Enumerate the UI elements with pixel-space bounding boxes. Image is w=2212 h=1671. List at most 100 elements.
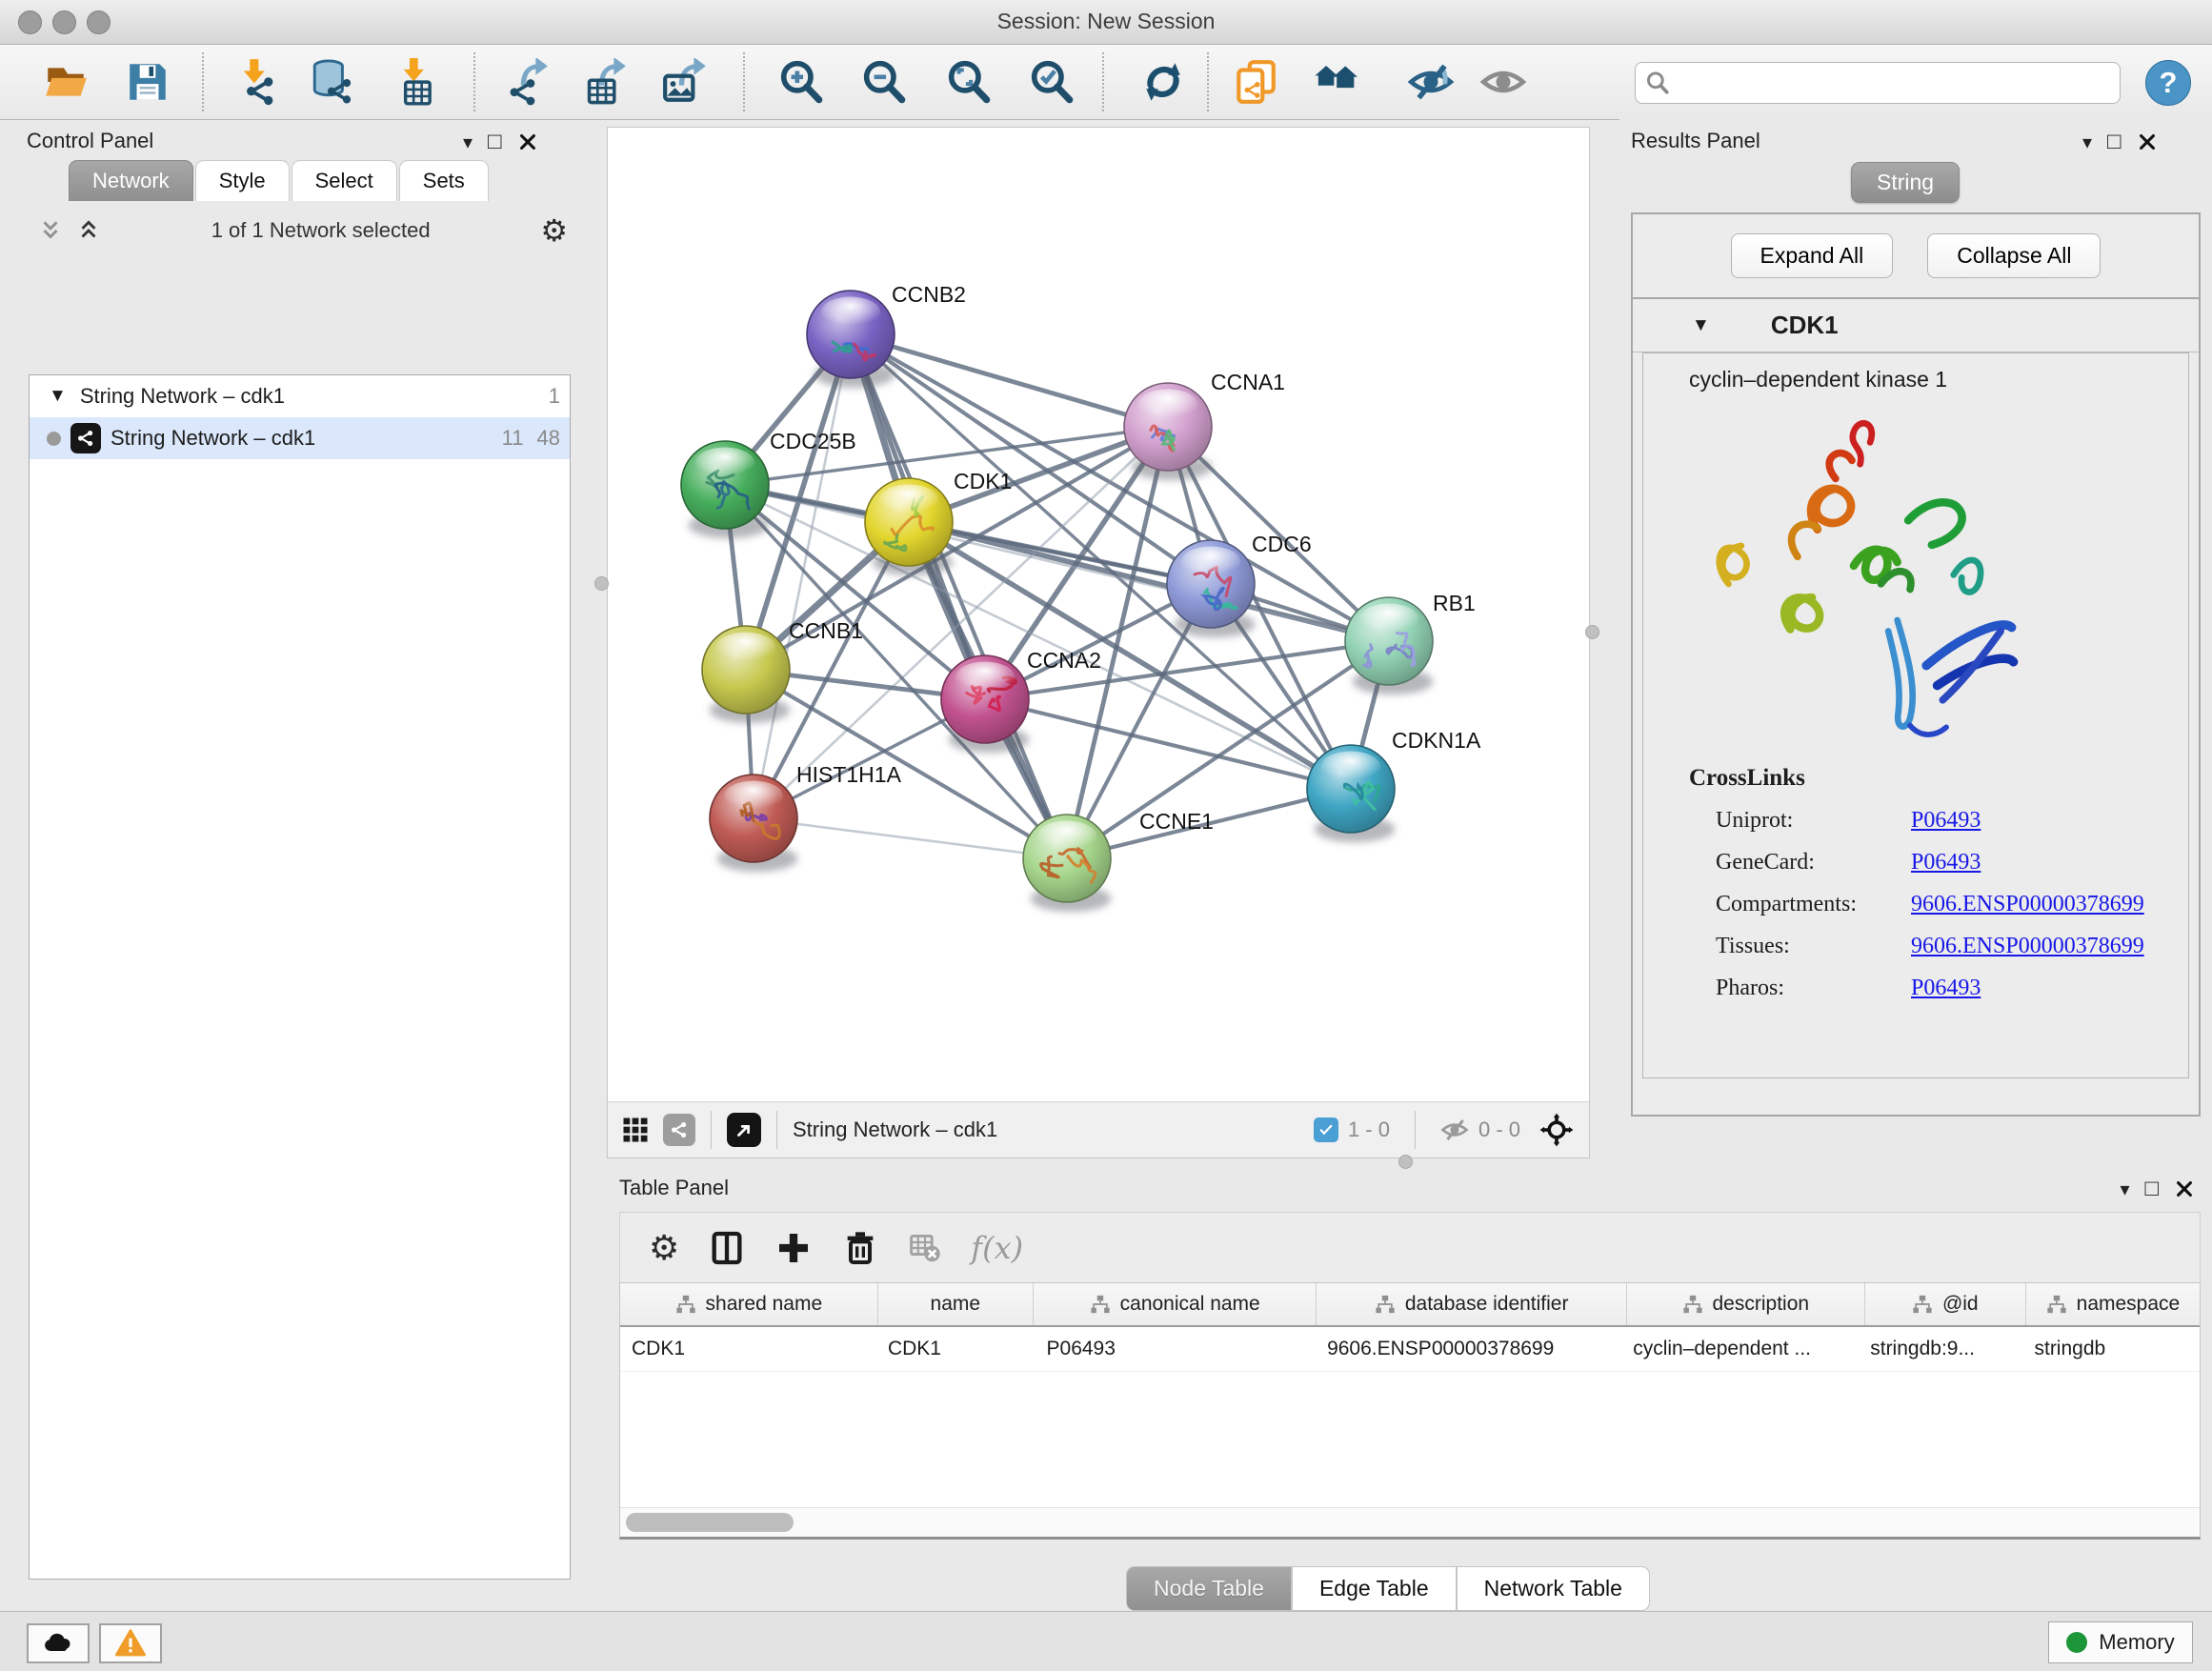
network-options-gear-icon[interactable]: ⚙: [540, 212, 568, 249]
help-button[interactable]: ?: [2145, 60, 2191, 106]
column-header[interactable]: @id: [1865, 1283, 2026, 1325]
delete-column-icon[interactable]: [841, 1229, 879, 1267]
splitter-handle[interactable]: [1398, 1155, 1413, 1169]
close-panel-icon[interactable]: [2174, 1178, 2195, 1199]
toolbar-separator: [202, 52, 204, 111]
show-eye-icon[interactable]: [1479, 58, 1527, 106]
pan-crosshair-icon[interactable]: [1539, 1113, 1574, 1147]
crosslink-link[interactable]: 9606.ENSP00000378699: [1911, 892, 2144, 917]
import-network-database-icon[interactable]: [309, 58, 356, 106]
export-table-icon[interactable]: [581, 58, 629, 106]
cloud-status-button[interactable]: [27, 1623, 90, 1663]
table-cell[interactable]: CDK1: [620, 1327, 876, 1371]
maximize-panel-icon[interactable]: □: [488, 129, 502, 155]
table-settings-gear-icon[interactable]: ⚙: [649, 1231, 679, 1265]
save-session-icon[interactable]: [124, 58, 171, 106]
close-panel-icon[interactable]: [2137, 131, 2158, 152]
memory-button[interactable]: Memory: [2048, 1621, 2193, 1663]
column-header[interactable]: shared name: [620, 1283, 878, 1325]
node-label: CCNE1: [1139, 809, 1214, 834]
expand-all-button[interactable]: Expand All: [1731, 233, 1894, 278]
column-header[interactable]: namespace: [2026, 1283, 2200, 1325]
import-table-icon[interactable]: [392, 58, 439, 106]
column-header[interactable]: description: [1627, 1283, 1865, 1325]
tab-sets[interactable]: Sets: [399, 160, 489, 201]
crosslink-link[interactable]: 9606.ENSP00000378699: [1911, 934, 2144, 959]
column-header[interactable]: name: [878, 1283, 1034, 1325]
tab-node-table[interactable]: Node Table: [1126, 1566, 1292, 1611]
crosslink-link[interactable]: P06493: [1911, 976, 1981, 1001]
string-network-badge-icon: [70, 423, 101, 453]
table-row[interactable]: CDK1 CDK1 P06493 9606.ENSP00000378699 cy…: [620, 1327, 2200, 1372]
maximize-panel-icon[interactable]: □: [2145, 1176, 2160, 1202]
network-view-footer: String Network – cdk1 1 - 0 0 - 0: [607, 1101, 1590, 1158]
search-input[interactable]: [1635, 62, 2121, 104]
import-network-icon[interactable]: [231, 58, 279, 106]
tab-string[interactable]: String: [1851, 162, 1960, 203]
add-column-icon[interactable]: [774, 1229, 813, 1267]
search-text-field[interactable]: [1670, 70, 2120, 95]
tab-select[interactable]: Select: [292, 160, 397, 201]
node-label: CCNA1: [1211, 370, 1285, 394]
table-cell[interactable]: 9606.ENSP00000378699: [1316, 1327, 1621, 1371]
crosslink-label: Compartments:: [1689, 892, 1911, 917]
function-builder-icon[interactable]: f(x): [971, 1230, 1023, 1266]
tree-expander-icon[interactable]: ▼: [49, 386, 67, 407]
control-panel-title: Control Panel: [27, 129, 153, 153]
horizontal-scrollbar[interactable]: [620, 1507, 2200, 1537]
control-panel: Control Panel ▾ □ Network Style Select S…: [0, 119, 593, 1612]
network-selection-status: 1 of 1 Network selected: [101, 218, 540, 243]
hidden-eye-slash-icon[interactable]: [1440, 1116, 1469, 1144]
close-panel-icon[interactable]: [517, 131, 538, 152]
hide-selected-eye-icon[interactable]: [1407, 58, 1455, 106]
tab-network[interactable]: Network: [69, 160, 193, 201]
maximize-panel-icon[interactable]: □: [2107, 129, 2122, 155]
expand-all-tree-icon[interactable]: [76, 218, 101, 243]
window-title: Session: New Session: [0, 9, 2212, 34]
crosslink-row: Tissues: 9606.ENSP00000378699: [1689, 934, 2144, 959]
table-panel-controls: ▾ □: [2120, 1176, 2195, 1202]
network-collection-row[interactable]: ▼ String Network – cdk1 1: [30, 375, 570, 417]
float-panel-icon[interactable]: ▾: [2120, 1178, 2129, 1201]
network-row-selected[interactable]: String Network – cdk1 11 48: [30, 417, 570, 459]
export-network-icon[interactable]: [503, 58, 551, 106]
splitter-handle[interactable]: [1585, 625, 1599, 639]
grid-view-icon[interactable]: [621, 1116, 650, 1144]
column-header[interactable]: canonical name: [1034, 1283, 1317, 1325]
column-header[interactable]: database identifier: [1317, 1283, 1626, 1325]
float-panel-icon[interactable]: ▾: [463, 131, 473, 154]
crosslink-link[interactable]: P06493: [1911, 850, 1981, 876]
crosslink-link[interactable]: P06493: [1911, 808, 1981, 834]
float-panel-icon[interactable]: ▾: [2082, 131, 2092, 154]
network-canvas[interactable]: CCNB2CCNA1CDC25BCDK1CDC6RB1CCNB1CCNA2CDK…: [607, 127, 1590, 1102]
zoom-selected-icon[interactable]: [1028, 58, 1076, 106]
tab-network-table[interactable]: Network Table: [1457, 1566, 1650, 1611]
splitter-handle[interactable]: [594, 576, 609, 591]
tab-edge-table[interactable]: Edge Table: [1292, 1566, 1457, 1611]
delete-table-icon[interactable]: [908, 1231, 942, 1265]
table-cell[interactable]: CDK1: [876, 1327, 1036, 1371]
selected-checkbox-icon[interactable]: [1314, 1117, 1338, 1142]
warning-status-button[interactable]: [99, 1623, 162, 1663]
table-cell[interactable]: P06493: [1036, 1327, 1317, 1371]
tab-style[interactable]: Style: [195, 160, 290, 201]
export-image-icon[interactable]: [661, 58, 709, 106]
clone-network-icon[interactable]: [1232, 58, 1279, 106]
network-share-icon[interactable]: [663, 1114, 695, 1146]
scrollbar-thumb[interactable]: [626, 1513, 794, 1532]
refresh-icon[interactable]: [1139, 58, 1187, 106]
table-cell[interactable]: stringdb:9...: [1859, 1327, 2022, 1371]
collapse-all-button[interactable]: Collapse All: [1927, 233, 2101, 278]
collapse-all-tree-icon[interactable]: [38, 218, 63, 243]
zoom-fit-icon[interactable]: [945, 58, 993, 106]
open-session-icon[interactable]: [42, 58, 90, 106]
show-columns-icon[interactable]: [708, 1229, 746, 1267]
birdseye-view-icon[interactable]: [727, 1113, 761, 1147]
zoom-out-icon[interactable]: [860, 58, 908, 106]
home-icon[interactable]: [1315, 58, 1362, 106]
table-cell[interactable]: cyclin–dependent ...: [1621, 1327, 1859, 1371]
zoom-in-icon[interactable]: [777, 58, 825, 106]
table-cell[interactable]: stringdb: [2022, 1327, 2200, 1371]
node-entry-header[interactable]: ▼ CDK1: [1633, 299, 2199, 352]
entry-expander-icon[interactable]: ▼: [1692, 315, 1710, 336]
